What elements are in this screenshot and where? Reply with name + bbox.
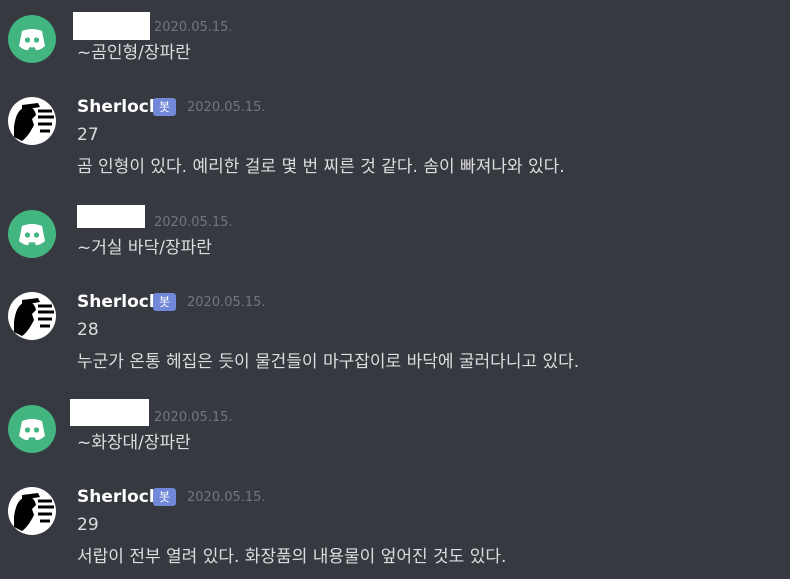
redacted-username[interactable] xyxy=(70,399,149,426)
sherlock-avatar-icon[interactable] xyxy=(8,487,56,535)
message-text: ~화장대/장파란 xyxy=(77,433,191,453)
sherlock-avatar-icon[interactable] xyxy=(8,97,56,145)
bot-username[interactable]: Sherlock xyxy=(77,487,160,507)
bot-tag-badge: 봇 xyxy=(153,98,176,116)
redacted-username[interactable] xyxy=(73,12,150,40)
message-timestamp: 2020.05.15. xyxy=(187,295,266,310)
message-bot: Sherlock 봇 2020.05.15. 29 서랍이 전부 열려 있다. … xyxy=(0,480,790,579)
bot-tag-badge: 봇 xyxy=(153,488,176,506)
bot-username[interactable]: Sherlock xyxy=(77,97,160,117)
message-timestamp: 2020.05.15. xyxy=(154,410,233,425)
message-timestamp: 2020.05.15. xyxy=(154,215,233,230)
message-text: ~거실 바닥/장파란 xyxy=(77,238,212,258)
message-timestamp: 2020.05.15. xyxy=(187,490,266,505)
message-bot: Sherlock 봇 2020.05.15. 27 곰 인형이 있다. 예리한 … xyxy=(0,90,790,190)
discord-avatar-icon[interactable] xyxy=(8,15,56,63)
message-user: 2020.05.15. ~화장대/장파란 xyxy=(0,390,790,470)
redacted-username[interactable] xyxy=(77,205,145,228)
message-timestamp: 2020.05.15. xyxy=(154,20,233,35)
message-text-line: 누군가 온통 헤집은 듯이 물건들이 마구잡이로 바닥에 굴러다니고 있다. xyxy=(77,352,580,372)
message-text: ~곰인형/장파란 xyxy=(77,43,191,63)
message-timestamp: 2020.05.15. xyxy=(187,100,266,115)
message-text-line: 곰 인형이 있다. 예리한 걸로 몇 번 찌른 것 같다. 솜이 빠져나와 있다… xyxy=(77,157,565,177)
sherlock-avatar-icon[interactable] xyxy=(8,292,56,340)
discord-avatar-icon[interactable] xyxy=(8,210,56,258)
bot-username[interactable]: Sherlock xyxy=(77,292,160,312)
message-user: 2020.05.15. ~곰인형/장파란 xyxy=(0,0,790,80)
message-text-line: 29 xyxy=(77,515,99,535)
message-text-line: 서랍이 전부 열려 있다. 화장품의 내용물이 엎어진 것도 있다. xyxy=(77,547,507,567)
message-user: 2020.05.15. ~거실 바닥/장파란 xyxy=(0,195,790,275)
bot-tag-badge: 봇 xyxy=(153,293,176,311)
discord-avatar-icon[interactable] xyxy=(8,405,56,453)
message-text-line: 28 xyxy=(77,320,99,340)
message-text-line: 27 xyxy=(77,125,99,145)
message-bot: Sherlock 봇 2020.05.15. 28 누군가 온통 헤집은 듯이 … xyxy=(0,285,790,385)
